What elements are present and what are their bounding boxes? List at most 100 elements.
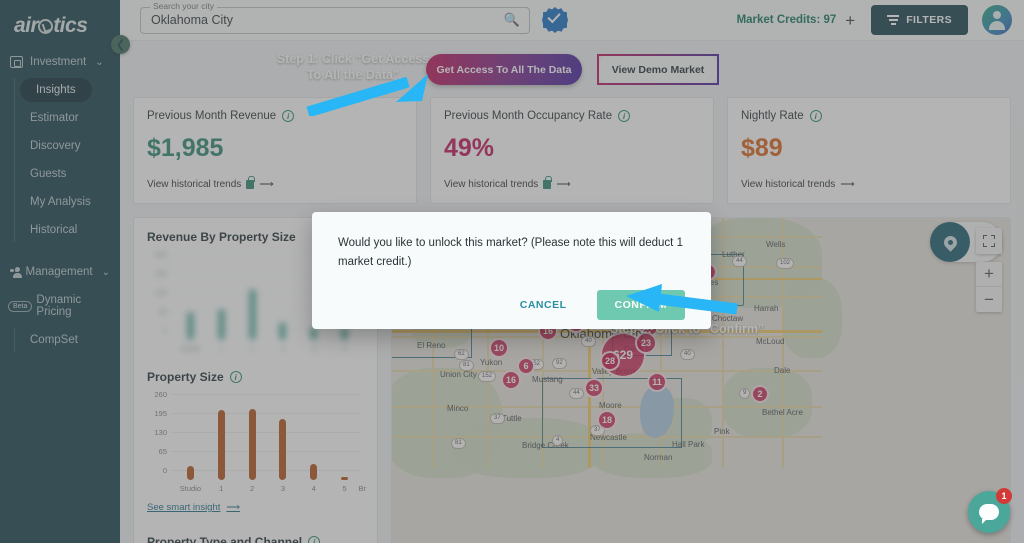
sidebar-item-dynamic-pricing[interactable]: Beta Dynamic Pricing bbox=[0, 286, 120, 326]
property-size-chart: 260 195 130 65 0 Studio 1 2 3 4 5 Br bbox=[147, 390, 366, 493]
bar-column[interactable] bbox=[329, 404, 360, 480]
search-icon[interactable]: 🔍 bbox=[504, 12, 520, 28]
bar-column[interactable] bbox=[267, 264, 298, 340]
x-axis-tick: 4 bbox=[311, 344, 316, 353]
bar[interactable] bbox=[279, 322, 287, 340]
search-input[interactable] bbox=[141, 13, 481, 27]
bar-column[interactable] bbox=[206, 264, 237, 340]
info-icon[interactable]: i bbox=[229, 371, 242, 383]
map-zoom-in-button[interactable]: + bbox=[976, 262, 1002, 287]
bar[interactable] bbox=[186, 465, 194, 480]
x-axis-labels: Studio 1 2 3 4 5 bbox=[175, 344, 360, 353]
view-demo-market-button[interactable]: View Demo Market bbox=[597, 54, 719, 85]
stat-card-value: $1,985 bbox=[147, 134, 224, 162]
stat-card-title: Previous Month Revenue i bbox=[147, 110, 403, 122]
bar[interactable] bbox=[341, 328, 349, 340]
sidebar-group-management[interactable]: Management ⌄ bbox=[0, 258, 120, 286]
bar-column[interactable] bbox=[206, 404, 237, 480]
chat-bubble-icon bbox=[979, 504, 999, 524]
x-axis-tick: 3 bbox=[280, 344, 285, 353]
view-historical-trends-link[interactable]: View historical trends ⟶ bbox=[147, 176, 403, 190]
map-route-shield: 81 bbox=[451, 438, 466, 449]
map-controls: + − bbox=[976, 228, 1002, 312]
y-axis-tick: 0 bbox=[162, 466, 167, 475]
cancel-button[interactable]: CANCEL bbox=[504, 291, 583, 319]
confirm-button[interactable]: CONFIRM bbox=[596, 290, 685, 320]
add-credits-button[interactable]: + bbox=[845, 12, 855, 29]
sidebar-collapse-button[interactable]: ❮ bbox=[111, 35, 130, 54]
stat-card-title-label: Previous Month Revenue bbox=[147, 110, 277, 122]
bar[interactable] bbox=[217, 409, 225, 480]
info-icon[interactable]: i bbox=[282, 110, 295, 122]
chat-widget-button[interactable]: 1 bbox=[968, 488, 1012, 533]
bar[interactable] bbox=[248, 288, 256, 340]
info-icon[interactable]: i bbox=[618, 110, 631, 122]
map-cluster-marker[interactable]: 18 bbox=[597, 410, 617, 430]
sidebar-subitems-investment: Insights Estimator Discovery Guests My A… bbox=[0, 76, 120, 244]
dialog-message: Would you like to unlock this market? (P… bbox=[338, 237, 683, 268]
search-field-wrapper[interactable]: Search your city 🔍 bbox=[140, 0, 530, 34]
bar[interactable] bbox=[310, 463, 318, 480]
property-type-and-channel-title: Property Type and Channel i bbox=[147, 535, 364, 543]
map-place-label: Dale bbox=[774, 366, 791, 375]
bar-column[interactable] bbox=[175, 264, 206, 340]
sidebar-subitems-management: CompSet bbox=[0, 326, 120, 354]
map-route-shield: 62 bbox=[454, 349, 469, 360]
nav-group-investment: Investment ⌄ Insights Estimator Discover… bbox=[0, 48, 120, 244]
stat-card-title: Nightly Rate i bbox=[741, 110, 997, 122]
bar[interactable] bbox=[341, 477, 349, 480]
map-cluster-marker[interactable]: 10 bbox=[489, 338, 509, 358]
sidebar-item-guests[interactable]: Guests bbox=[18, 160, 120, 188]
logo[interactable]: air tics bbox=[0, 0, 120, 42]
sidebar-item-my-analysis[interactable]: My Analysis bbox=[18, 188, 120, 216]
bar-column[interactable] bbox=[237, 264, 268, 340]
map-place-label: Norman bbox=[644, 453, 673, 462]
sidebar-item-compset[interactable]: CompSet bbox=[18, 326, 120, 354]
bar-column[interactable] bbox=[175, 404, 206, 480]
bar[interactable] bbox=[217, 309, 225, 340]
map-cluster-marker[interactable]: 28 bbox=[600, 351, 620, 371]
map-zoom-controls: + − bbox=[976, 262, 1002, 312]
map-place-label: Bethel Acre bbox=[762, 408, 803, 417]
get-access-button[interactable]: Get Access To All The Data bbox=[426, 54, 582, 85]
bar[interactable] bbox=[279, 419, 287, 480]
info-icon[interactable]: i bbox=[308, 536, 321, 543]
bar[interactable] bbox=[248, 409, 256, 480]
bar-column[interactable] bbox=[237, 404, 268, 480]
see-smart-insight-link[interactable]: See smart insight ⟶ bbox=[147, 502, 364, 513]
x-axis-tick: 2 bbox=[249, 484, 255, 493]
sidebar-item-insights[interactable]: Insights bbox=[18, 76, 120, 104]
view-historical-trends-link[interactable]: View historical trends ⟶ bbox=[741, 179, 997, 190]
map-fullscreen-button[interactable] bbox=[976, 228, 1002, 254]
sidebar-item-discovery[interactable]: Discovery bbox=[18, 132, 120, 160]
map-zoom-out-button[interactable]: − bbox=[976, 287, 1002, 312]
map-cluster-marker[interactable]: 33 bbox=[584, 378, 604, 398]
filters-button[interactable]: FILTERS bbox=[871, 5, 968, 35]
sidebar-item-estimator[interactable]: Estimator bbox=[18, 104, 120, 132]
property-type-and-channel-title-label: Property Type and Channel bbox=[147, 535, 303, 543]
avatar[interactable] bbox=[982, 5, 1012, 35]
y-axis-tick: 0 bbox=[162, 326, 167, 335]
map-cluster-marker[interactable]: 6 bbox=[517, 357, 535, 375]
map-place-label: Tuttle bbox=[502, 414, 522, 423]
map-cluster-marker[interactable]: 2 bbox=[751, 385, 769, 403]
map-place-label: McLoud bbox=[756, 337, 785, 346]
y-axis-tick: 195 bbox=[154, 409, 167, 418]
map-cluster-marker[interactable]: 16 bbox=[501, 370, 521, 390]
x-axis-tick: 3 bbox=[280, 484, 285, 493]
map-view-button[interactable] bbox=[930, 222, 970, 262]
verified-badge-icon[interactable] bbox=[542, 7, 568, 33]
bar-column[interactable] bbox=[298, 404, 329, 480]
sidebar-group-investment[interactable]: Investment ⌄ bbox=[0, 48, 120, 76]
investment-icon bbox=[10, 56, 23, 68]
logo-text-part1: air bbox=[14, 14, 39, 37]
map-terrain bbox=[782, 278, 842, 358]
view-historical-trends-label: View historical trends bbox=[444, 179, 539, 190]
map-cluster-marker[interactable]: 11 bbox=[647, 372, 667, 392]
bar[interactable] bbox=[186, 312, 194, 340]
info-icon[interactable]: i bbox=[809, 110, 822, 122]
bar-column[interactable] bbox=[267, 404, 298, 480]
sidebar-item-historical[interactable]: Historical bbox=[18, 216, 120, 244]
arrow-right-icon: ⟶ bbox=[556, 179, 571, 190]
view-historical-trends-link[interactable]: View historical trends ⟶ bbox=[444, 176, 700, 190]
